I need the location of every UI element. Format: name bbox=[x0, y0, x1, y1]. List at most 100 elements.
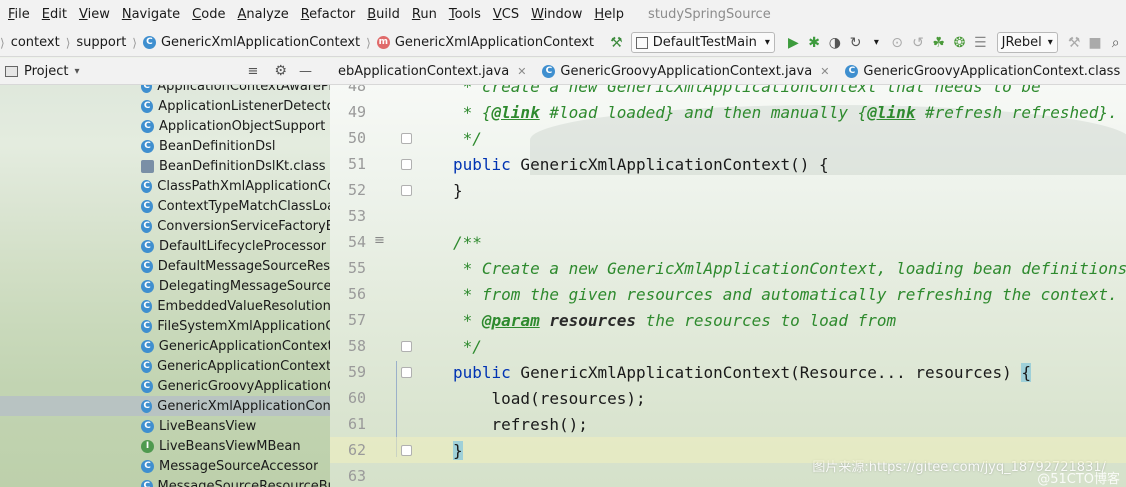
menu-code[interactable]: Code bbox=[186, 7, 231, 22]
tree-item[interactable]: C MessageSourceAccessor bbox=[0, 456, 330, 476]
hide-panel-icon[interactable]: — bbox=[299, 64, 312, 79]
code-line[interactable]: 58 */ bbox=[330, 333, 1126, 359]
menu-edit[interactable]: Edit bbox=[36, 7, 73, 22]
close-icon[interactable]: ✕ bbox=[820, 65, 829, 78]
tree-item-label: ApplicationListenerDetector bbox=[158, 98, 330, 114]
class-icon: C bbox=[141, 279, 154, 293]
class-icon: C bbox=[141, 299, 153, 313]
code-line[interactable]: 51 public GenericXmlApplicationContext() … bbox=[330, 151, 1126, 177]
doc-render-icon[interactable]: ≡ bbox=[374, 233, 385, 248]
fold-marker-icon[interactable] bbox=[401, 341, 412, 352]
tree-item[interactable]: C DelegatingMessageSource bbox=[0, 276, 330, 296]
fold-marker-icon[interactable] bbox=[401, 185, 412, 196]
tree-item[interactable]: C FileSystemXmlApplicationCont bbox=[0, 316, 330, 336]
tree-item-label: MessageSourceAccessor bbox=[159, 458, 319, 474]
code-line[interactable]: 57 * @param resources the resources to l… bbox=[330, 307, 1126, 333]
chevron-down-icon[interactable]: ▾ bbox=[74, 66, 79, 77]
menu-navigate[interactable]: Navigate bbox=[116, 7, 186, 22]
menu-build[interactable]: Build bbox=[361, 7, 406, 22]
code-line[interactable]: 56 * from the given resources and automa… bbox=[330, 281, 1126, 307]
class-icon: C bbox=[141, 199, 153, 213]
project-panel-title[interactable]: Project bbox=[24, 64, 68, 79]
menu-vcs[interactable]: VCS bbox=[487, 7, 525, 22]
tree-item[interactable]: C DefaultLifecycleProcessor bbox=[0, 236, 330, 256]
code-line[interactable]: 50 */ bbox=[330, 125, 1126, 151]
menu-analyze[interactable]: Analyze bbox=[231, 7, 294, 22]
code-editor[interactable]: 图片来源:https://gitee.com/jyq_18792721831/ … bbox=[330, 85, 1126, 487]
tree-item[interactable]: C ClassPathXmlApplicationConte bbox=[0, 176, 330, 196]
run-config-select[interactable]: DefaultTestMain ▾ bbox=[630, 32, 775, 53]
fold-marker-icon[interactable] bbox=[401, 367, 412, 378]
code-line[interactable]: 59 public GenericXmlApplicationContext(Re… bbox=[330, 359, 1126, 385]
tree-item[interactable]: C DefaultMessageSourceResolv bbox=[0, 256, 330, 276]
update-icon[interactable]: ↺ bbox=[910, 32, 927, 54]
tree-item[interactable]: C ApplicationObjectSupport bbox=[0, 116, 330, 136]
tree-item[interactable]: BeanDefinitionDslKt.class bbox=[0, 156, 330, 176]
editor-tab[interactable]: CGenericGroovyApplicationContext.class✕ bbox=[837, 58, 1126, 84]
gear-icon[interactable]: ⚙ bbox=[274, 63, 287, 79]
tree-item-label: GenericApplicationContextExte bbox=[157, 358, 330, 374]
code-line[interactable]: 53 bbox=[330, 203, 1126, 229]
editor-tab[interactable]: C GenericGroovyApplicationContext.java ✕ bbox=[534, 58, 837, 84]
menu-refactor[interactable]: Refactor bbox=[295, 7, 362, 22]
tree-item[interactable]: C GenericApplicationContextExte bbox=[0, 356, 330, 376]
tree-item[interactable]: C GenericXmlApplicationContext bbox=[0, 396, 330, 416]
tree-item[interactable]: C MessageSourceResourceBund bbox=[0, 476, 330, 487]
attach-icon[interactable]: ⊙ bbox=[889, 32, 906, 54]
menu-view[interactable]: View bbox=[73, 7, 116, 22]
code-line[interactable]: 52} bbox=[330, 177, 1126, 203]
code-text: * {@link #load loaded} and then manually… bbox=[453, 102, 1118, 122]
breadcrumb-support[interactable]: support bbox=[76, 35, 126, 50]
tree-item[interactable]: C GenericApplicationContext bbox=[0, 336, 330, 356]
menu-run[interactable]: Run bbox=[406, 7, 443, 22]
code-line[interactable]: 63 bbox=[330, 463, 1126, 487]
debug-icon[interactable]: ✱ bbox=[806, 32, 823, 54]
chevron-down-icon[interactable]: ▾ bbox=[868, 32, 885, 54]
code-line[interactable]: 60 load(resources); bbox=[330, 385, 1126, 411]
tree-item[interactable]: C ApplicationContextAwareProce bbox=[0, 85, 330, 96]
hammer-build-icon[interactable]: ⚒ bbox=[608, 32, 625, 54]
breadcrumb-context[interactable]: context bbox=[11, 35, 60, 50]
code-line[interactable]: 55 * Create a new GenericXmlApplicationC… bbox=[330, 255, 1126, 281]
breadcrumb-method[interactable]: m GenericXmlApplicationContext bbox=[376, 35, 594, 50]
fold-marker-icon[interactable] bbox=[401, 445, 412, 456]
coverage-icon[interactable]: ◑ bbox=[826, 32, 843, 54]
search-icon[interactable]: ⌕ bbox=[1107, 32, 1124, 54]
tree-item[interactable]: C ContextTypeMatchClassLoade bbox=[0, 196, 330, 216]
tree-item[interactable]: C BeanDefinitionDsl bbox=[0, 136, 330, 156]
list-icon[interactable]: ☰ bbox=[972, 32, 989, 54]
tree-item[interactable]: C GenericGroovyApplicationCon bbox=[0, 376, 330, 396]
tree-item[interactable]: C EmbeddedValueResolutionSup bbox=[0, 296, 330, 316]
stop-icon[interactable]: ■ bbox=[1087, 32, 1104, 54]
menu-window[interactable]: Window bbox=[525, 7, 588, 22]
fold-marker-icon[interactable] bbox=[401, 133, 412, 144]
jrebel-select[interactable]: JRebel ▾ bbox=[996, 32, 1058, 53]
collapse-icon[interactable]: ≡ bbox=[248, 64, 259, 79]
menu-tools[interactable]: Tools bbox=[443, 7, 487, 22]
line-number: 55 bbox=[347, 259, 366, 277]
close-icon[interactable]: ✕ bbox=[517, 65, 526, 78]
code-line[interactable]: 49 * {@link #load loaded} and then manua… bbox=[330, 99, 1126, 125]
hammer-icon[interactable]: ⚒ bbox=[1066, 32, 1083, 54]
code-text: public GenericXmlApplicationContext(Reso… bbox=[453, 362, 1031, 382]
breadcrumb-class[interactable]: C GenericXmlApplicationContext bbox=[142, 35, 360, 50]
tree-item[interactable]: I LiveBeansViewMBean bbox=[0, 436, 330, 456]
menu-help[interactable]: Help bbox=[588, 7, 630, 22]
code-line[interactable]: 54 /** bbox=[330, 229, 1126, 255]
code-line[interactable]: 62} bbox=[330, 437, 1126, 463]
profile-icon[interactable]: ↻ bbox=[847, 32, 864, 54]
tree-item[interactable]: C ApplicationListenerDetector bbox=[0, 96, 330, 116]
tree-item[interactable]: C LiveBeansView bbox=[0, 416, 330, 436]
run-icon[interactable]: ▶ bbox=[785, 32, 802, 54]
code-line[interactable]: 48 * create a new GenericXmlApplicationC… bbox=[330, 85, 1126, 99]
jrebel-debug-icon[interactable]: ❂ bbox=[951, 32, 968, 54]
code-line[interactable]: 61 refresh(); bbox=[330, 411, 1126, 437]
menu-file[interactable]: File bbox=[2, 7, 36, 22]
class-icon: C bbox=[141, 479, 153, 487]
line-number: 57 bbox=[347, 311, 366, 329]
jrebel-run-icon[interactable]: ☘ bbox=[930, 32, 947, 54]
editor-tab-bar: ebApplicationContext.java ✕ C GenericGroovy… bbox=[330, 58, 1126, 85]
fold-marker-icon[interactable] bbox=[401, 159, 412, 170]
editor-tab[interactable]: ebApplicationContext.java ✕ bbox=[330, 58, 534, 84]
tree-item[interactable]: C ConversionServiceFactoryBear bbox=[0, 216, 330, 236]
